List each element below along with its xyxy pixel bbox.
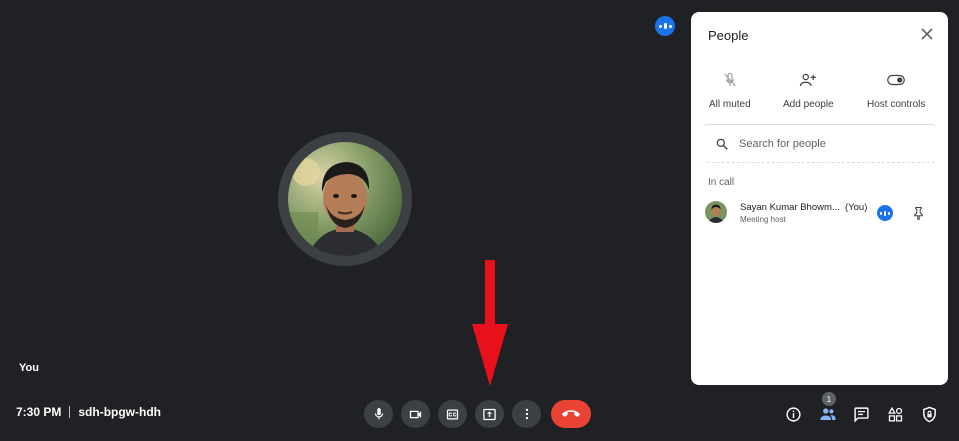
close-icon xyxy=(921,28,933,40)
search-icon xyxy=(716,138,728,150)
in-call-section-label: In call xyxy=(708,177,735,188)
chat-icon xyxy=(854,406,869,423)
annotation-arrow xyxy=(472,260,508,386)
avatar xyxy=(288,142,402,256)
captions-icon xyxy=(446,409,459,419)
end-call-button[interactable] xyxy=(551,400,591,428)
mic-icon xyxy=(374,408,383,420)
participant-name: Sayan Kumar Bhowm... xyxy=(740,202,840,213)
host-controls-panel-button[interactable]: Host controls xyxy=(867,70,925,110)
microphone-button[interactable] xyxy=(364,400,393,428)
host-controls-button[interactable] xyxy=(916,400,943,428)
people-panel: People All muted Add people Host control… xyxy=(691,12,948,385)
more-options-icon xyxy=(525,408,528,420)
self-tile-label: You xyxy=(19,362,39,374)
meeting-code[interactable]: sdh-bpgw-hdh xyxy=(78,405,161,419)
add-people-label: Add people xyxy=(783,99,834,110)
all-muted-label: All muted xyxy=(709,99,751,110)
meeting-tools: 1 xyxy=(780,392,943,428)
speaking-indicator-icon xyxy=(877,205,893,221)
captions-button[interactable] xyxy=(438,400,467,428)
pin-icon xyxy=(913,206,923,220)
add-people-button[interactable]: Add people xyxy=(783,70,834,110)
activities-icon xyxy=(888,406,903,422)
meeting-details-button[interactable] xyxy=(780,400,807,428)
present-now-button[interactable] xyxy=(475,400,504,428)
panel-title: People xyxy=(708,28,749,43)
people-count-badge: 1 xyxy=(822,392,836,406)
meeting-info: 7:30 PM sdh-bpgw-hdh xyxy=(16,405,161,419)
activities-button[interactable] xyxy=(882,400,909,428)
people-button[interactable]: 1 xyxy=(814,392,841,428)
participant-row[interactable]: Sayan Kumar Bhowm... (You) Meeting host xyxy=(705,200,935,226)
close-panel-button[interactable] xyxy=(919,26,935,42)
all-muted-button[interactable]: All muted xyxy=(709,70,751,110)
people-icon xyxy=(820,408,835,420)
divider xyxy=(69,406,71,418)
camera-icon xyxy=(409,410,422,418)
more-options-button[interactable] xyxy=(512,400,541,428)
toggle-icon xyxy=(887,74,906,86)
host-controls-label: Host controls xyxy=(867,99,926,110)
participant-role: Meeting host xyxy=(740,215,786,224)
present-screen-icon xyxy=(483,408,496,420)
speaking-indicator-icon xyxy=(655,16,675,36)
camera-button[interactable] xyxy=(401,400,430,428)
end-call-icon xyxy=(562,410,580,417)
chat-button[interactable] xyxy=(848,400,875,428)
video-stage: You 7:30 PM sdh-bpgw-hdh xyxy=(0,0,690,441)
host-controls-icon xyxy=(923,406,936,422)
participant-tile-avatar xyxy=(278,132,412,266)
search-input[interactable] xyxy=(739,137,919,150)
participant-you-tag: (You) xyxy=(845,202,868,213)
people-search[interactable] xyxy=(703,124,936,163)
avatar xyxy=(705,201,727,223)
info-icon xyxy=(786,406,801,422)
add-person-icon xyxy=(800,73,817,87)
mic-off-icon xyxy=(724,72,736,87)
pin-button[interactable] xyxy=(911,205,925,221)
meeting-time: 7:30 PM xyxy=(16,405,62,419)
call-controls xyxy=(364,400,591,428)
